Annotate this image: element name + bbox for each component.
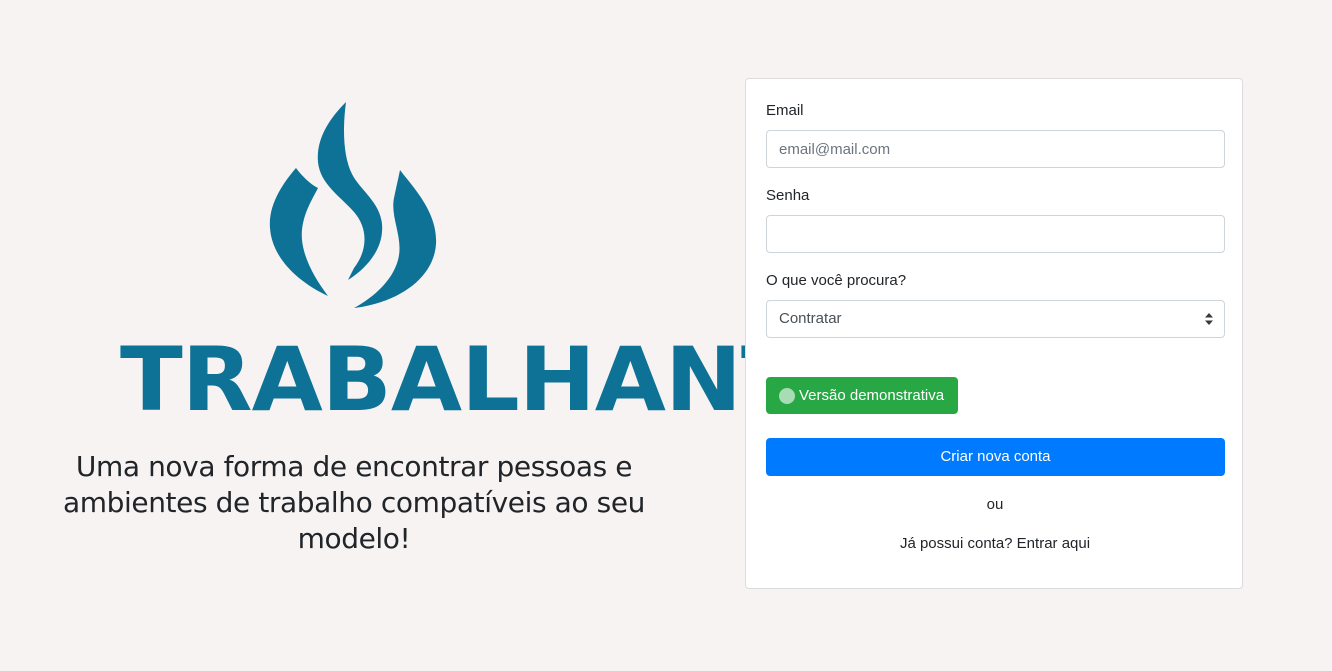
looking-for-selected: Contratar [779,310,842,327]
looking-for-select[interactable]: Contratar [766,300,1225,338]
signup-card: Email Senha O que você procura? Contrata… [745,78,1243,589]
demo-version-button[interactable]: Versão demonstrativa [766,377,959,414]
flame-icon [269,102,437,308]
or-separator: ou [986,496,1004,513]
tagline: Uma nova forma de encontrar pessoas e am… [63,450,645,555]
login-link[interactable]: Já possui conta? Entrar aqui [746,534,1244,554]
create-account-button[interactable]: Criar nova conta [766,438,1225,476]
demo-version-label: Versão demonstrativa [799,387,945,404]
password-field[interactable] [766,215,1225,253]
password-label: Senha [766,187,810,204]
select-arrows-icon [1205,313,1213,325]
branding-panel: TRABALHANTE Uma nova forma de encontrar … [0,0,866,671]
brand-wordmark: TRABALHANTE [120,328,866,431]
looking-for-label: O que você procura? [766,272,907,289]
toggle-dot-icon [779,387,795,404]
email-label: Email [766,102,804,119]
email-field[interactable] [766,130,1225,168]
